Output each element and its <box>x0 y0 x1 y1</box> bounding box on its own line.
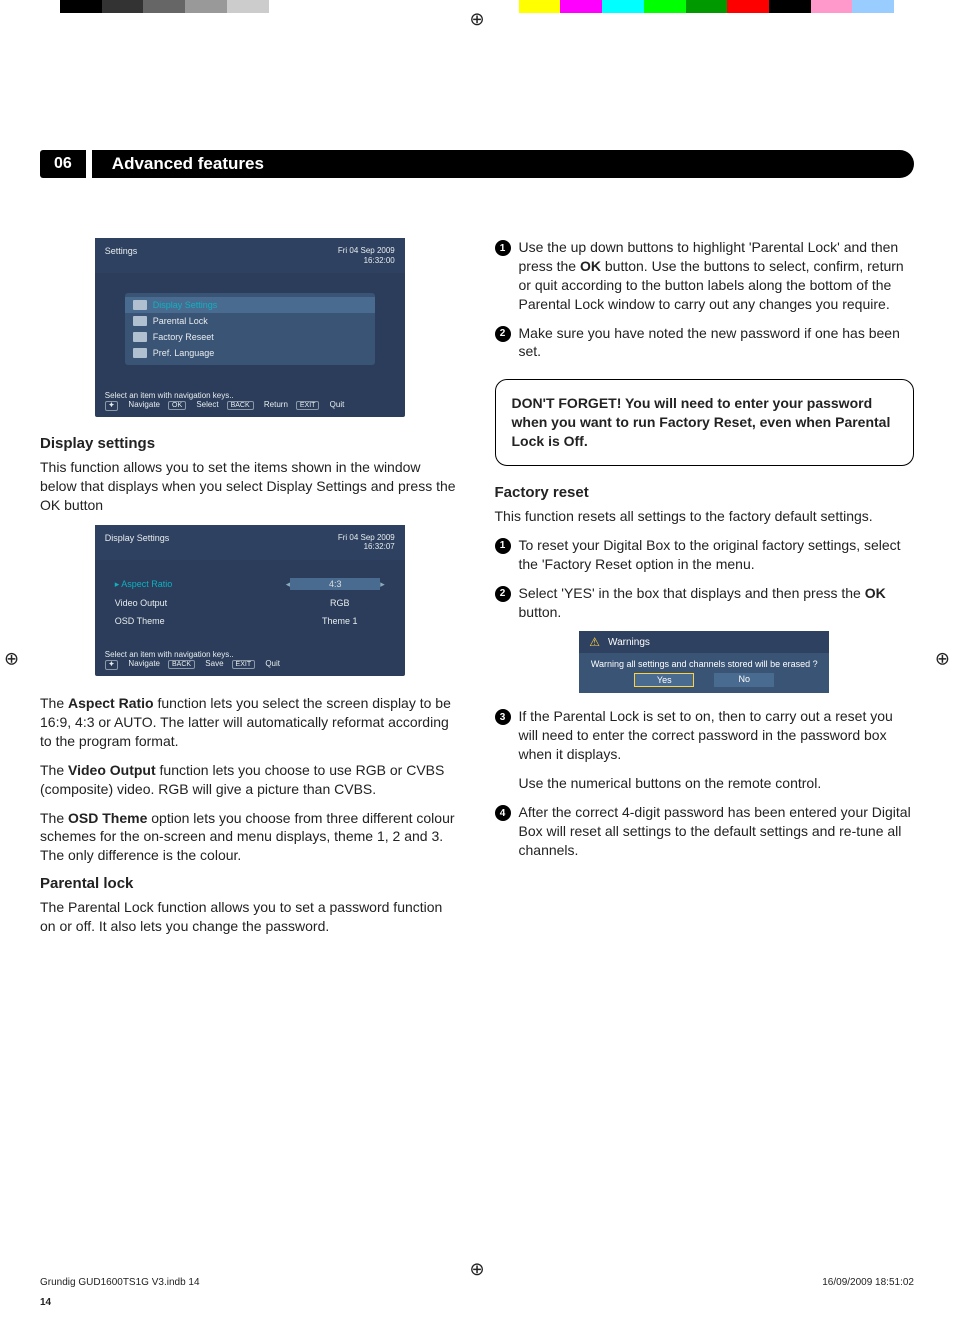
tv-menu-list: Display SettingsParental LockFactory Res… <box>125 293 375 365</box>
tv-title: Settings <box>105 246 138 265</box>
numbered-step: 2Select 'YES' in the box that displays a… <box>495 584 915 622</box>
numbered-step: 4After the correct 4-digit password has … <box>495 803 915 860</box>
file-name: Grundig GUD1600TS1G V3.indb 14 <box>40 1277 200 1288</box>
heading-display-settings: Display settings <box>40 435 460 452</box>
print-footer: Grundig GUD1600TS1G V3.indb 14 16/09/200… <box>40 1277 914 1288</box>
numbered-step: 1To reset your Digital Box to the origin… <box>495 536 915 574</box>
tv-menu-item: Pref. Language <box>125 345 375 361</box>
tv-footer-buttons: ⯌ NavigateBACK SaveEXIT Quit <box>105 659 395 670</box>
right-column: 1Use the up down buttons to highlight 'P… <box>495 238 915 946</box>
tv-footer-hint: Select an item with navigation keys.. <box>105 391 395 400</box>
callout-box: DON'T FORGET! You will need to enter you… <box>495 379 915 466</box>
tv-time: 16:32:07 <box>338 542 395 552</box>
display-settings-screenshot: Display Settings Fri 04 Sep 2009 16:32:0… <box>95 525 405 676</box>
chapter-title: Advanced features <box>92 150 914 178</box>
registration-mark-icon: ⊕ <box>935 649 950 670</box>
paragraph: The OSD Theme option lets you choose fro… <box>40 809 460 866</box>
tv-menu-item: Display Settings <box>125 297 375 313</box>
tv-footer-hint: Select an item with navigation keys.. <box>105 650 395 659</box>
tv-menu-item: Factory Reseet <box>125 329 375 345</box>
warning-body-text: Warning all settings and channels stored… <box>589 659 819 669</box>
left-column: Settings Fri 04 Sep 2009 16:32:00 Displa… <box>40 238 460 946</box>
paragraph: This function allows you to set the item… <box>40 458 460 515</box>
paragraph: This function resets all settings to the… <box>495 507 915 526</box>
chapter-header: 06 Advanced features <box>40 150 914 178</box>
paragraph: The Video Output function lets you choos… <box>40 761 460 799</box>
chapter-number: 06 <box>40 150 86 178</box>
paragraph: The Aspect Ratio function lets you selec… <box>40 694 460 751</box>
page-number: 14 <box>40 1297 51 1308</box>
warning-icon: ⚠ <box>589 635 600 649</box>
tv-setting-row: ▸ Aspect Ratio◂4:3▸ <box>105 574 395 594</box>
tv-footer-buttons: ⯌ NavigateOK SelectBACK ReturnEXIT Quit <box>105 400 395 411</box>
tv-date: Fri 04 Sep 2009 <box>338 246 395 256</box>
yes-button: Yes <box>634 673 694 687</box>
tv-date: Fri 04 Sep 2009 <box>338 533 395 543</box>
tv-menu-item: Parental Lock <box>125 313 375 329</box>
paragraph: The Parental Lock function allows you to… <box>40 898 460 936</box>
registration-mark-icon: ⊕ <box>4 649 19 670</box>
warning-title: Warnings <box>608 637 650 648</box>
print-timestamp: 16/09/2009 18:51:02 <box>822 1277 914 1288</box>
settings-screenshot: Settings Fri 04 Sep 2009 16:32:00 Displa… <box>95 238 405 417</box>
numbered-step: 2Make sure you have noted the new passwo… <box>495 324 915 362</box>
heading-factory-reset: Factory reset <box>495 484 915 501</box>
numbered-step: 3If the Parental Lock is set to on, then… <box>495 707 915 764</box>
tv-setting-row: Video OutputRGB <box>105 594 395 612</box>
heading-parental-lock: Parental lock <box>40 875 460 892</box>
tv-title: Display Settings <box>105 533 170 552</box>
numbered-step: 1Use the up down buttons to highlight 'P… <box>495 238 915 314</box>
numbered-step: Use the numerical buttons on the remote … <box>495 774 915 793</box>
warning-dialog-screenshot: ⚠ Warnings Warning all settings and chan… <box>579 631 829 693</box>
no-button: No <box>714 673 774 687</box>
registration-mark-icon: ⊕ <box>469 9 484 30</box>
tv-time: 16:32:00 <box>338 256 395 266</box>
tv-setting-row: OSD ThemeTheme 1 <box>105 612 395 630</box>
